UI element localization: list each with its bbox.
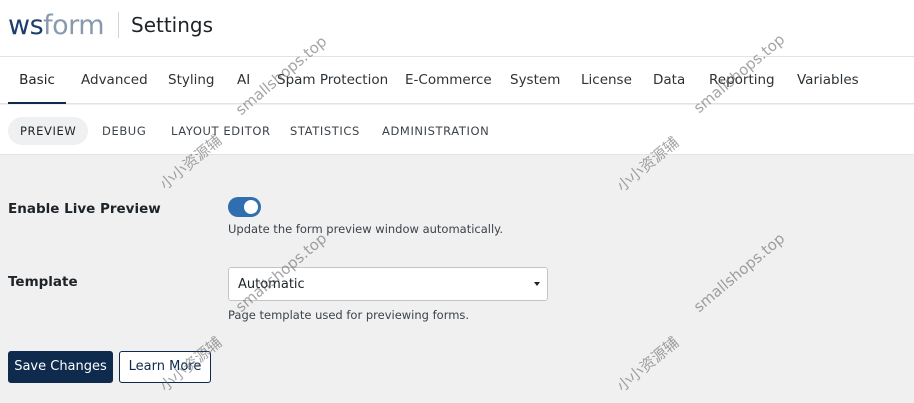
template-select-value: Automatic [238,277,305,292]
wsform-logo[interactable]: wsform [8,10,105,41]
subtab-statistics[interactable]: STATISTICS [290,117,360,145]
tab-variables[interactable]: Variables [797,57,859,104]
template-help: Page template used for previewing forms. [228,308,470,322]
tab-license[interactable]: License [581,57,632,104]
page-header: wsform Settings [0,0,914,57]
tab-reporting[interactable]: Reporting [709,57,775,104]
tab-basic[interactable]: Basic [8,57,66,104]
tab-spam-protection[interactable]: Spam Protection [277,57,388,104]
learn-more-button[interactable]: Learn More [119,351,211,383]
live-preview-help: Update the form preview window automatic… [228,222,503,236]
template-select[interactable]: Automatic [228,267,548,301]
subtab-preview[interactable]: PREVIEW [8,117,89,145]
tab-e-commerce[interactable]: E-Commerce [405,57,492,104]
save-changes-button[interactable]: Save Changes [8,351,113,383]
tab-data[interactable]: Data [653,57,685,104]
watermark-text: smallshops.top [690,229,789,316]
tab-ai[interactable]: AI [237,57,250,104]
caret-down-icon [534,282,540,286]
sub-tabs: PREVIEW DEBUG LAYOUT EDITOR STATISTICS A… [0,105,914,155]
subtab-administration[interactable]: ADMINISTRATION [382,117,489,145]
toggle-knob [244,200,258,214]
template-label: Template [8,274,78,290]
tab-system[interactable]: System [510,57,560,104]
subtab-debug[interactable]: DEBUG [102,117,146,145]
page-title: Settings [131,13,214,37]
header-divider [118,12,119,38]
tab-advanced[interactable]: Advanced [81,57,148,104]
live-preview-label: Enable Live Preview [8,201,161,217]
logo-ws-text: ws [8,10,44,41]
main-tabs: Basic Advanced Styling AI Spam Protectio… [0,57,914,104]
tab-styling[interactable]: Styling [168,57,214,104]
logo-form-text: form [43,10,105,41]
live-preview-toggle[interactable] [228,197,261,217]
subtab-layout-editor[interactable]: LAYOUT EDITOR [171,117,271,145]
watermark-text: 小小资源辅 [613,333,683,396]
